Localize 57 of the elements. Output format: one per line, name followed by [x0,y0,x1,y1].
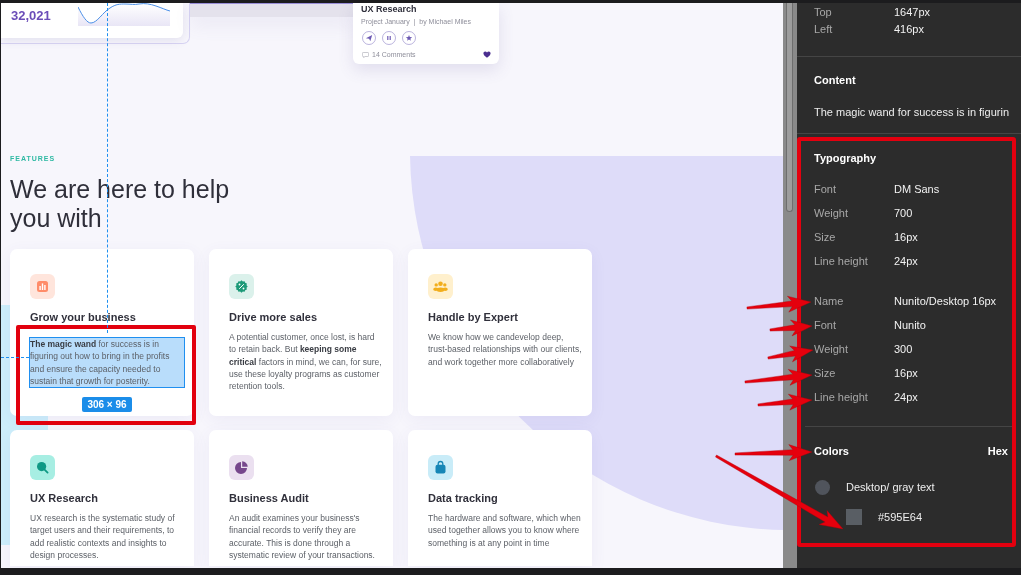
section-title: Colors [814,444,849,459]
bars-icon[interactable] [382,31,396,45]
property-value: 16px [894,366,918,380]
property-value: Nunito/Desktop 16px [894,294,997,308]
card-title: Data tracking [428,491,499,505]
scrollbar-thumb[interactable] [786,3,793,212]
color-name: #595E64 [878,511,923,523]
property-label: Line height [814,390,868,404]
property-value: 1647px [894,4,931,19]
search-icon [30,455,55,480]
section-title: Typography [814,151,878,166]
section-title: Content [814,73,857,88]
bag-icon [428,455,453,480]
card-title: Drive more sales [229,310,319,324]
property-label: Size [814,366,836,380]
card-text: An audit examines your business's financial records to verify they are accurate. This is done through a systematic review of your transactions. [229,512,376,562]
card-title: UX Research [361,4,418,15]
bar-chart-icon [30,274,55,299]
card-title: Business Audit [229,491,310,505]
property-value: 300 [894,342,913,356]
property-value: 16px [894,230,918,244]
card-title: Grow your business [30,310,137,324]
property-label: Line height [814,254,868,268]
stat-value: 32,021 [11,8,52,24]
color-name: Desktop/ gray text [846,481,935,493]
percent-badge-icon [229,274,254,299]
property-label: Font [814,318,836,332]
heart-icon[interactable] [483,51,491,58]
property-label: Weight [814,206,849,220]
guide-line [1,357,29,358]
card-text: We know how we candevelop deep, trust-based relationships with our clients, and work together more collaboratively [428,331,582,368]
people-icon [428,274,453,299]
property-value: 24px [894,254,918,268]
card-text: The hardware and software, which when used together allows you to know where something is at any point in time [428,512,582,549]
property-label: Size [814,230,836,244]
card-text: The magic wand for success is in figuring out how to bring in the profits and ensure the capacity needed to sustain that growth for posterity. [30,338,184,388]
property-label: Left [814,21,833,36]
size-badge: 306 × 96 [82,397,132,413]
property-label: Font [814,182,836,196]
content-text: The magic wand for success is in figurin [814,105,1011,120]
card-text: UX research is the systematic study of target users and their requirements, to add realistic contexts and insights to design processes. [30,512,176,562]
property-value: Nunito [894,318,926,332]
property-value: 700 [894,206,913,220]
section-heading: We are here to help you with [10,175,231,233]
property-label: Top [814,4,832,19]
comment-icon [362,51,369,58]
card-text: A potential customer, once lost, is hard to retain back. But keeping some critical factors in mind, we can, for sure, use these loyalty programs as customer retention tools. [229,331,383,393]
property-value: 24px [894,390,918,404]
pie-chart-icon [229,455,254,480]
card-title: Handle by Expert [428,310,519,324]
card-title: UX Research [30,491,99,505]
send-icon[interactable] [362,31,376,45]
format-dropdown[interactable]: Hex [987,443,1008,459]
property-label: Weight [814,342,849,356]
property-label: Name [814,294,844,308]
property-value: DM Sans [894,182,940,196]
property-value: 416px [894,21,924,36]
